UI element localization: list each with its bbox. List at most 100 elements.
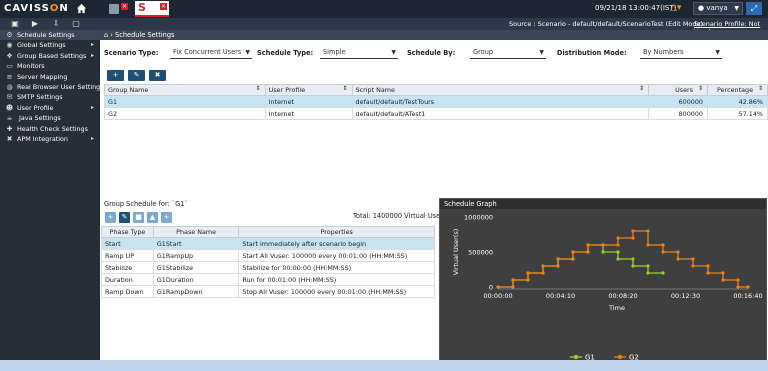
legend-marker [573, 354, 579, 360]
sort-icon[interactable]: ⇕ [639, 85, 644, 92]
edit-group-button[interactable]: ✎ [128, 70, 145, 81]
browser-icon: ◍ [6, 82, 13, 91]
table-row[interactable]: Stabilize G1Stabilize Stabilize for 00:00:… [101, 261, 435, 274]
table-row[interactable]: Ramp Down G1RampDown Stop All Vuser: 10000… [101, 285, 435, 298]
schedule-type-select[interactable]: Simple ▼ [320, 46, 398, 59]
schedule-graph-panel: Schedule Graph 0 500000 1000000 00:00:00 00:… [439, 198, 767, 371]
data-point [721, 271, 725, 275]
move-down-button[interactable]: + [161, 212, 172, 223]
phase-name-cell: G1Duration [152, 273, 240, 286]
graph-title: Schedule Graph [440, 199, 766, 209]
scenario-type-select[interactable]: Fix Concurrent Users ▼ [170, 46, 252, 59]
user-profile-cell: Internet [264, 95, 353, 108]
x-axis-label: Time [608, 304, 625, 312]
column-header[interactable]: Properties [238, 226, 435, 238]
sidebar-item-label: APM Integration [17, 134, 68, 143]
sidebar-item[interactable]: ▭ Monitors [0, 61, 100, 71]
globe-icon: ◉ [6, 41, 13, 50]
data-point [511, 285, 515, 289]
sidebar-item[interactable]: ✖ APM Integration ▸ [0, 134, 100, 144]
source-text: Source : Scenario - default/default/Scen… [509, 20, 704, 28]
sidebar-item[interactable]: ☕ Java Settings [0, 113, 100, 123]
table-row[interactable]: Ramp UP G1RampUp Start All Vuser: 100000 e… [101, 249, 435, 262]
expand-icon[interactable]: ⤢ [746, 2, 762, 15]
users-cell: 600000 [648, 95, 708, 108]
x-tick-label: 00:04:10 [546, 292, 575, 300]
chevron-down-icon: ▼ [245, 49, 250, 56]
close-icon[interactable]: × [160, 3, 167, 10]
download-icon[interactable]: ⇩ [51, 19, 61, 29]
group-name-cell: G2 [104, 107, 266, 120]
column-header[interactable]: Percentage ⇕ [706, 84, 768, 96]
sidebar-item[interactable]: ❖ Group Based Settings ▸ [0, 51, 100, 61]
home-icon[interactable]: ⌂ [104, 31, 108, 39]
column-header[interactable]: Phase Name [152, 226, 240, 238]
delete-group-button[interactable]: ✖ [149, 70, 166, 81]
sidebar-item[interactable]: ✉ SMTP Settings [0, 92, 100, 102]
column-header[interactable]: Script Name ⇕ [351, 84, 650, 96]
home-icon[interactable] [76, 3, 87, 14]
column-header[interactable]: Phase Type [101, 226, 154, 238]
notes-icon[interactable]: ▢ [71, 19, 81, 29]
sort-icon[interactable]: ⇕ [698, 85, 703, 92]
table-row[interactable]: Start G1Start Start immediately after scen… [101, 237, 435, 250]
monitor-icon: ▭ [6, 62, 13, 71]
properties-cell: Stop All Vuser: 100000 every 00:01:00 (H… [238, 285, 435, 298]
schedule-by-label: Schedule By: [407, 49, 456, 57]
y-axis-label: Virtual User(s) [452, 229, 460, 276]
column-header[interactable]: User Profile ⇕ [264, 84, 353, 96]
sort-icon[interactable]: ⇕ [758, 85, 763, 92]
data-point [631, 264, 635, 268]
data-point [646, 243, 650, 247]
total-virtual-users: Total: 1400000 Virtual Users [353, 212, 447, 220]
x-tick-label: 00:00:00 [483, 292, 512, 300]
phase-type-cell: Ramp Down [101, 285, 154, 298]
sort-icon[interactable]: ⇕ [256, 85, 261, 92]
sidebar-item[interactable]: ⚙ Schedule Settings [0, 30, 100, 41]
data-point [661, 271, 665, 275]
sidebar-item[interactable]: ☻ User Profile ▸ [0, 103, 100, 113]
user-menu[interactable]: ● vanya ▼ [693, 2, 743, 15]
server-icon: ≡ [6, 72, 13, 81]
user-profile-cell: Internet [264, 107, 353, 120]
table-row[interactable]: G2 Internet default/default/ATest1 80000… [104, 107, 768, 120]
sidebar-item[interactable]: ≡ Server Mapping [0, 72, 100, 82]
data-point [556, 257, 560, 261]
script-name-cell: default/default/TestTours [351, 95, 650, 108]
script-name-cell: default/default/ATest1 [351, 107, 650, 120]
group-name-cell: G1 [104, 95, 266, 108]
table-row[interactable]: Duration G1Duration Run for 00:01:00 (HH:M… [101, 273, 435, 286]
schedule-type-label: Schedule Type: [257, 49, 314, 57]
percentage-cell: 57.14% [706, 107, 768, 120]
tab-scenario[interactable]: S × [135, 1, 169, 17]
sort-icon[interactable]: ⇕ [343, 85, 348, 92]
sidebar: ⚙ Schedule Settings ◉ Global Settings ▸ ❖ Grou… [0, 30, 104, 360]
y-tick-label: 1000000 [464, 214, 493, 222]
sidebar-item[interactable]: ✚ Health Check Settings [0, 124, 100, 134]
sidebar-item[interactable]: ◉ Global Settings ▸ [0, 40, 100, 50]
distribution-mode-select[interactable]: By Numbers ▼ [640, 46, 722, 59]
column-header[interactable]: Group Name ⇕ [104, 84, 266, 96]
move-up-button[interactable]: ▲ [147, 212, 158, 223]
data-point [601, 243, 605, 247]
delete-phase-button[interactable]: ■ [133, 212, 144, 223]
legend-marker [617, 354, 623, 360]
sidebar-item[interactable]: ◍ Real Browser User Settings [0, 82, 103, 92]
data-point [526, 271, 530, 275]
tab-monitor[interactable]: × [106, 1, 128, 17]
phase-name-cell: G1RampDown [152, 285, 240, 298]
schedule-by-select[interactable]: Group ▼ [470, 46, 546, 59]
phase-name-cell: G1RampUp [152, 249, 240, 262]
group-schedule-title: Group Schedule for: `G1` [104, 200, 188, 208]
save-icon[interactable]: ▣ [10, 19, 20, 29]
table-row[interactable]: G1 Internet default/default/TestTours 60… [104, 95, 768, 108]
alert-icon[interactable]: △▾ [670, 3, 684, 14]
edit-phase-button[interactable]: ✎ [119, 212, 130, 223]
column-header[interactable]: Users ⇕ [648, 84, 708, 96]
play-icon[interactable]: ▶ [30, 19, 40, 29]
close-icon[interactable]: × [121, 3, 128, 10]
chevron-right-icon: ▸ [90, 41, 94, 49]
add-group-button[interactable]: + [107, 70, 124, 81]
users-cell: 800000 [648, 107, 708, 120]
add-phase-button[interactable]: + [105, 212, 116, 223]
